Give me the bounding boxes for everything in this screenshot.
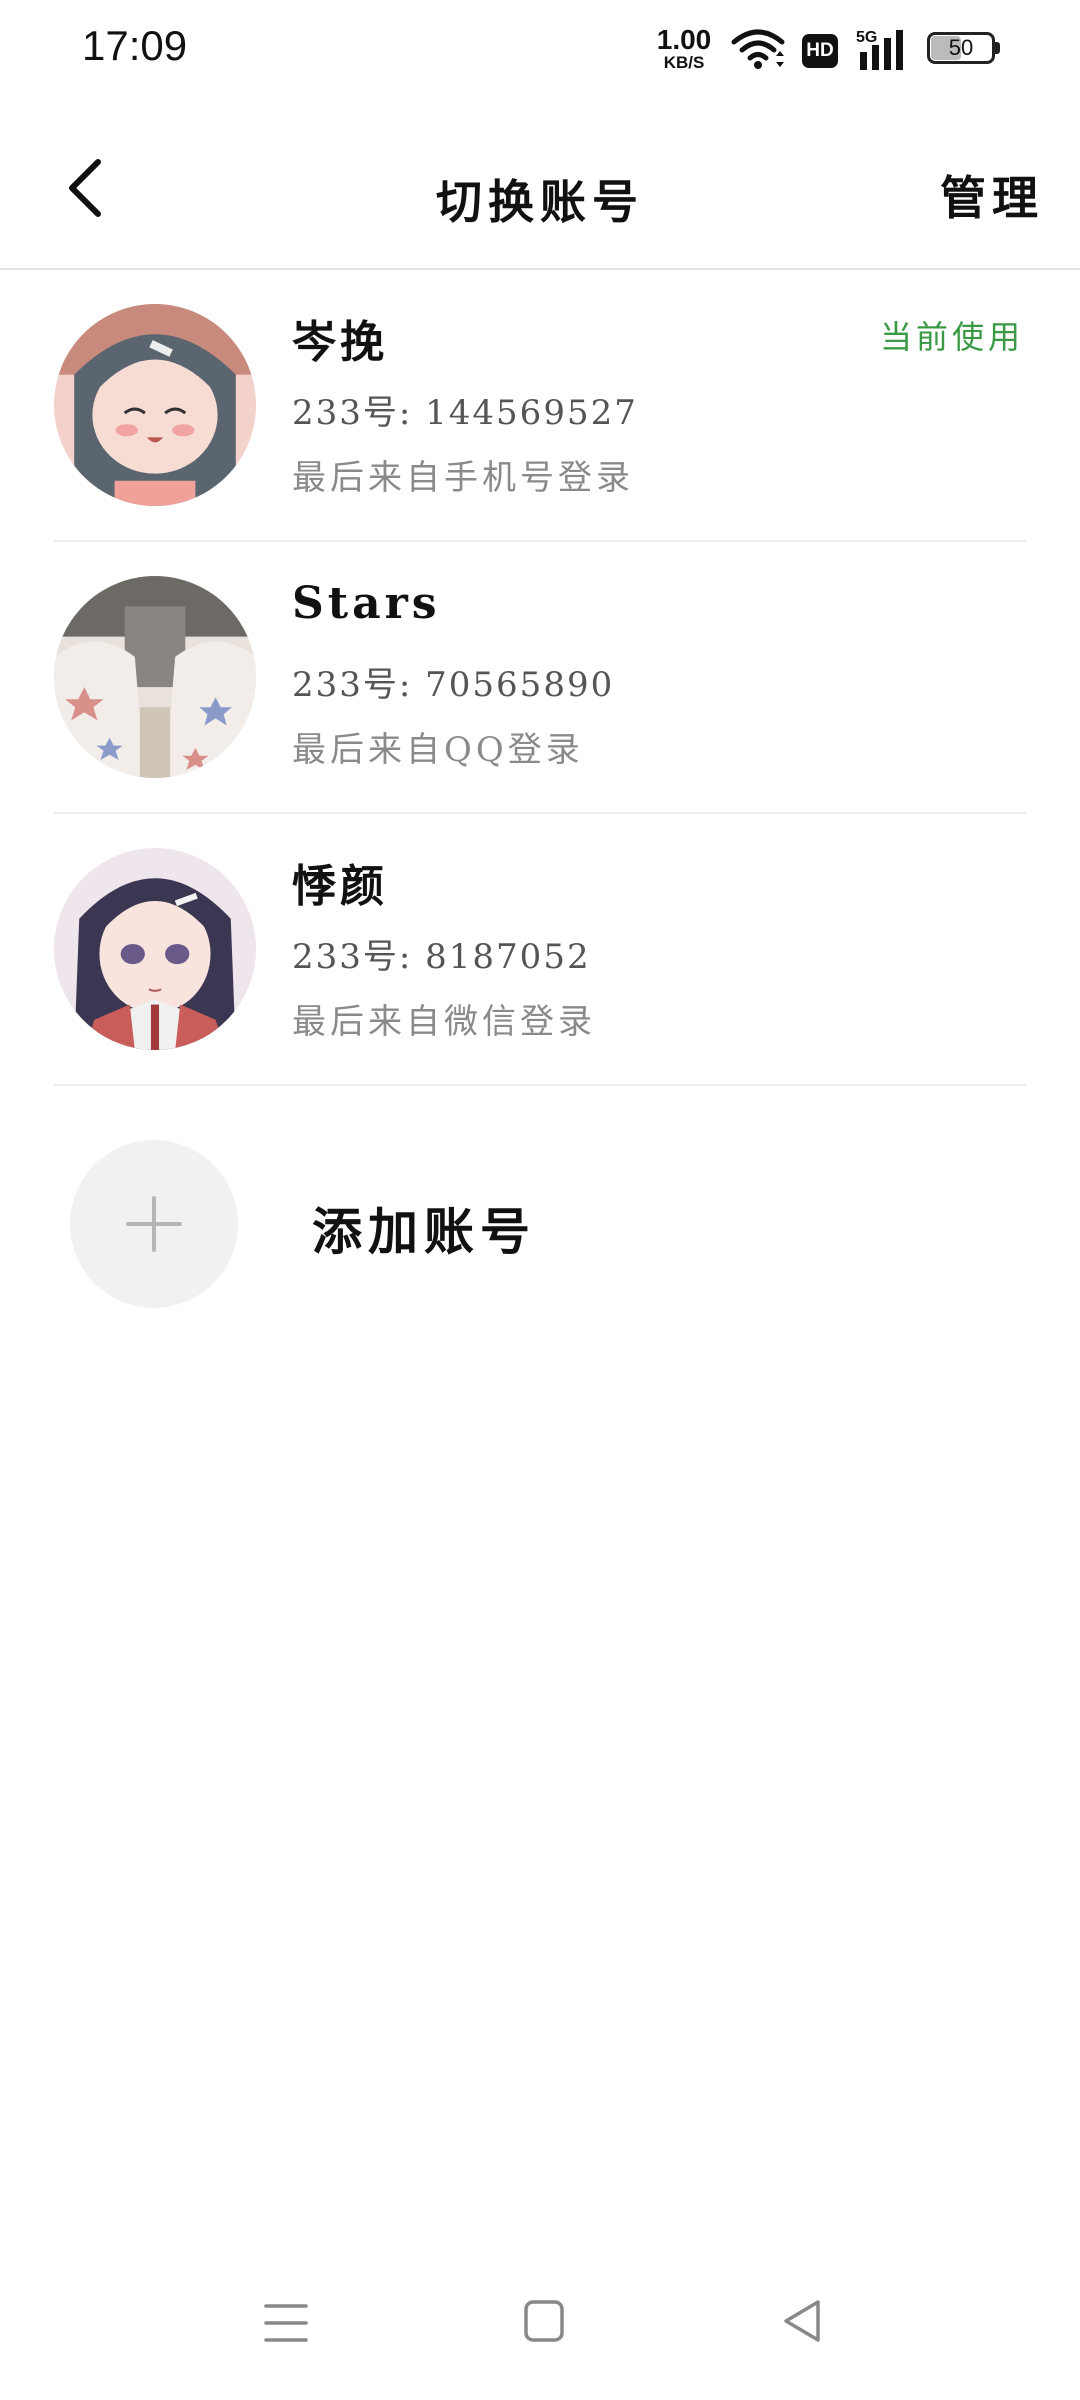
hd-icon: HD [802, 34, 838, 68]
account-name: 悸颜 [292, 861, 388, 912]
avatar [54, 304, 256, 506]
avatar [54, 848, 256, 1050]
account-list: 岑挽 当前使用 233号: 144569527 最后来自手机号登录 Stars … [0, 270, 1080, 1086]
wifi-icon [731, 29, 785, 69]
add-account-button[interactable]: 添加账号 [0, 1140, 1080, 1310]
account-item[interactable]: 悸颜 233号: 8187052 最后来自微信登录 [0, 814, 1080, 1086]
account-name: 岑挽 [292, 317, 388, 368]
menu-icon[interactable] [262, 2298, 310, 2348]
account-name: Stars [292, 578, 441, 629]
login-method: 最后来自手机号登录 [292, 458, 634, 498]
manage-button[interactable]: 管理 [940, 162, 1044, 228]
network-speed-value: 1.00 [656, 24, 712, 55]
network-type-label: 5G [856, 29, 877, 46]
app-header: 切换账号 管理 [0, 100, 1080, 270]
page-title: 切换账号 [436, 175, 644, 229]
account-item[interactable]: 岑挽 当前使用 233号: 144569527 最后来自手机号登录 [0, 270, 1080, 542]
divider [54, 1084, 1026, 1086]
network-speed-unit: KB/S [663, 53, 705, 72]
add-account-label: 添加账号 [312, 1202, 536, 1261]
plus-icon [126, 1196, 182, 1252]
account-item[interactable]: Stars 233号: 70565890 最后来自QQ登录 [0, 542, 1080, 814]
system-nav-bar [0, 2290, 1080, 2360]
back-triangle-icon[interactable] [778, 2296, 828, 2346]
avatar [54, 576, 256, 778]
account-id: 233号: 70565890 [292, 665, 615, 705]
status-bar: 17:09 1.00 KB/S HD 5G 50 [0, 0, 1080, 100]
battery-icon: 50 [927, 32, 1003, 66]
signal-icon: 5G [856, 29, 903, 70]
battery-level: 50 [948, 35, 974, 60]
login-method: 最后来自QQ登录 [292, 730, 584, 770]
add-account-circle[interactable] [70, 1140, 238, 1308]
account-id: 233号: 8187052 [292, 937, 591, 977]
status-time: 17:09 [82, 22, 188, 69]
network-speed: 1.00 KB/S [655, 26, 713, 72]
home-icon[interactable] [520, 2296, 568, 2346]
account-id: 233号: 144569527 [292, 393, 638, 433]
current-account-badge: 当前使用 [879, 318, 1024, 356]
login-method: 最后来自微信登录 [292, 1002, 596, 1042]
